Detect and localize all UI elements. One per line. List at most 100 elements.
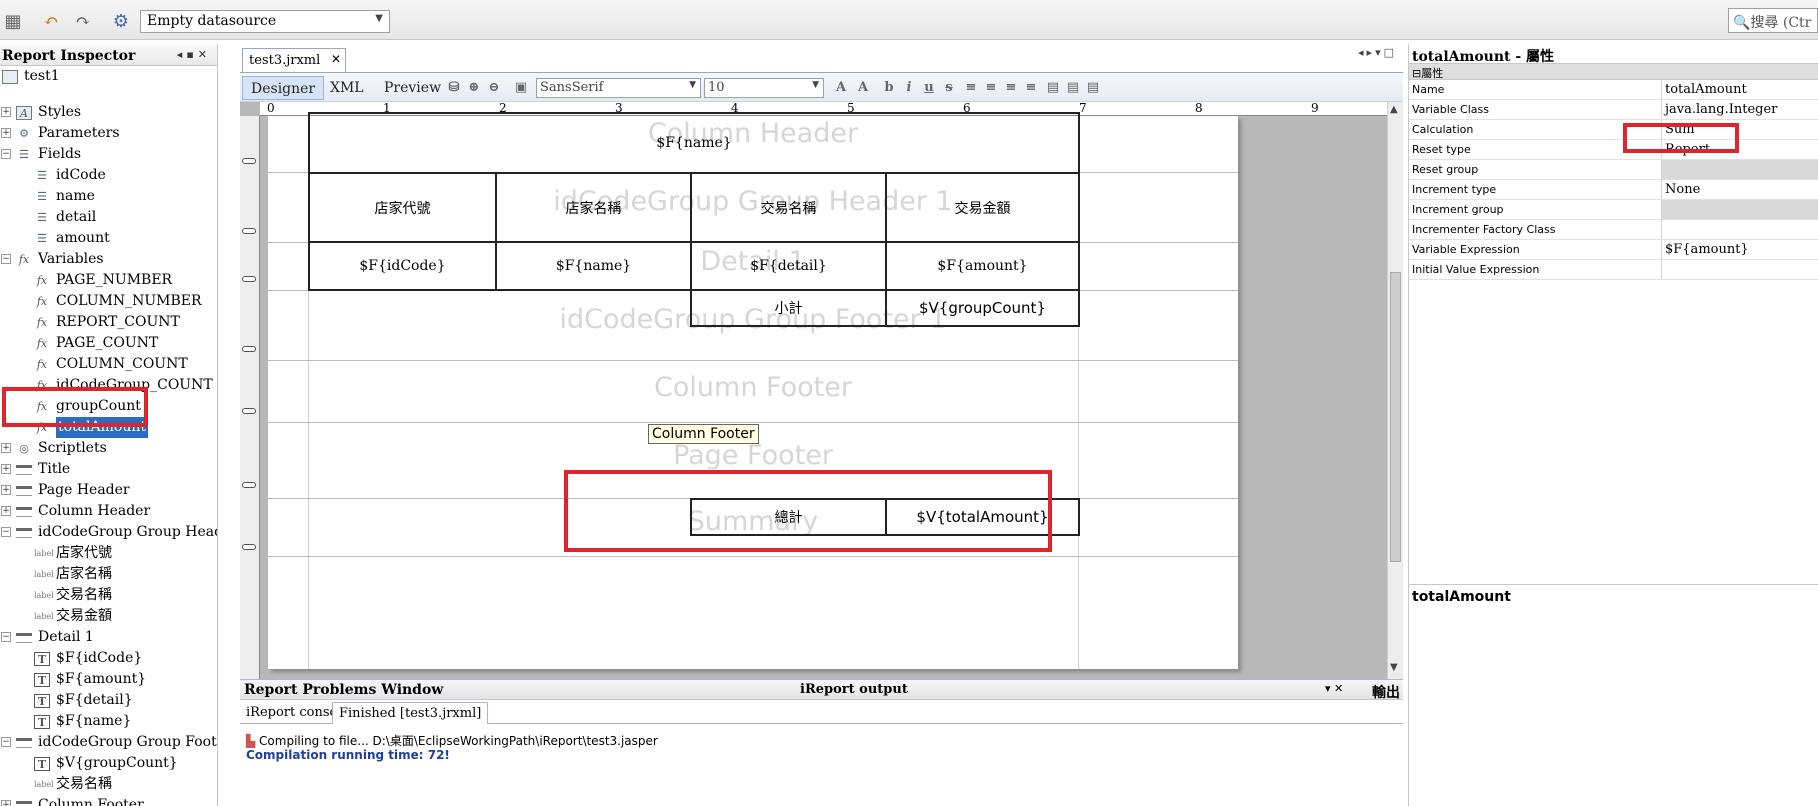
prop-row[interactable]: Increment group xyxy=(1409,200,1818,220)
design-canvas[interactable]: 0 1 2 3 4 5 6 7 8 9 Column Header idCode… xyxy=(240,102,1403,679)
subtotal-label-cell[interactable]: 小計 xyxy=(690,289,887,327)
band-handle-icon[interactable] xyxy=(242,276,256,282)
prop-row[interactable]: Increment type None xyxy=(1409,180,1818,200)
align-justify-icon[interactable]: ≡ xyxy=(982,78,1000,98)
tree-textfield-element[interactable]: T $F{detail} xyxy=(34,690,133,711)
prop-row[interactable]: Initial Value Expression xyxy=(1409,260,1818,280)
name-field-cell[interactable]: $F{name} xyxy=(308,112,1080,174)
tab-preview[interactable]: Preview xyxy=(376,76,449,100)
zoom-in-icon[interactable]: ⊕ xyxy=(465,78,483,98)
output-window-title[interactable]: iReport output xyxy=(800,682,908,697)
band-handle-icon[interactable] xyxy=(242,228,256,234)
tree-textfield-element[interactable]: T $F{idCode} xyxy=(34,648,142,669)
save-all-icon[interactable]: ▦ xyxy=(2,10,24,32)
tree-variable[interactable]: fx PAGE_NUMBER xyxy=(34,270,172,291)
tree-column-header[interactable]: Column Header xyxy=(16,501,150,522)
prop-value[interactable] xyxy=(1661,220,1818,239)
vertical-bottom-icon[interactable]: ▤ xyxy=(1084,78,1102,98)
tab-test3-jrxml[interactable]: test3.jrxml ✕ xyxy=(242,48,346,72)
tab-xml[interactable]: XML xyxy=(322,76,372,100)
prop-value[interactable] xyxy=(1661,160,1818,179)
prop-value[interactable]: java.lang.Integer xyxy=(1661,100,1818,119)
zoom-out-icon[interactable]: ⊖ xyxy=(485,78,503,98)
detail-field-cell[interactable]: $F{amount} xyxy=(885,241,1080,291)
tree-variable[interactable]: fx REPORT_COUNT xyxy=(34,312,180,333)
expand-scriptlets-icon[interactable]: + xyxy=(1,443,11,453)
expand-styles-icon[interactable]: + xyxy=(1,107,11,117)
tree-variable[interactable]: fx COLUMN_COUNT xyxy=(34,354,188,375)
report-page[interactable]: Column Header idCodeGroup Group Header 1… xyxy=(268,112,1238,669)
minimize-icon[interactable]: ▾ ✕ xyxy=(1325,682,1343,695)
detail-field-cell[interactable]: $F{idCode} xyxy=(308,241,497,291)
tree-label-element[interactable]: label 交易金額 xyxy=(34,606,112,627)
expand-title-icon[interactable]: + xyxy=(1,464,11,474)
tree-fields[interactable]: ☰ Fields xyxy=(16,144,81,165)
panel-controls-icon[interactable]: ◂▪✕ xyxy=(177,48,211,61)
tree-textfield-element[interactable]: T $F{amount} xyxy=(34,669,146,690)
close-icon[interactable]: ✕ xyxy=(331,52,341,66)
database-icon[interactable]: ⛁ xyxy=(445,78,463,98)
undo-icon[interactable]: ↶ xyxy=(40,10,62,32)
detail-field-cell[interactable]: $F{name} xyxy=(495,241,692,291)
decrease-font-icon[interactable]: A xyxy=(854,78,872,98)
header-label-cell[interactable]: 店家代號 xyxy=(308,172,497,243)
underline-icon[interactable]: u xyxy=(920,78,938,98)
expand-page-header-icon[interactable]: + xyxy=(1,485,11,495)
properties-section-header[interactable]: ⊟屬性 xyxy=(1409,64,1818,80)
header-label-cell[interactable]: 交易金額 xyxy=(885,172,1080,243)
collapse-variables-icon[interactable]: − xyxy=(1,254,11,264)
expand-column-header-icon[interactable]: + xyxy=(1,506,11,516)
tree-textfield-element[interactable]: T $V{groupCount} xyxy=(34,753,178,774)
prop-row[interactable]: Calculation Sum xyxy=(1409,120,1818,140)
tree-scriptlets[interactable]: ◎ Scriptlets xyxy=(16,438,107,459)
header-label-cell[interactable]: 交易名稱 xyxy=(690,172,887,243)
scroll-down-icon[interactable]: ▼ xyxy=(1390,662,1398,673)
band-handle-icon[interactable] xyxy=(242,408,256,414)
band-handle-icon[interactable] xyxy=(242,346,256,352)
header-label-cell[interactable]: 店家名稱 xyxy=(495,172,692,243)
vertical-top-icon[interactable]: ▤ xyxy=(1044,78,1062,98)
tree-field[interactable]: ☰ idCode xyxy=(34,165,106,186)
prop-value[interactable] xyxy=(1661,200,1818,219)
prop-value[interactable]: None xyxy=(1661,180,1818,199)
prop-row[interactable]: Incrementer Factory Class xyxy=(1409,220,1818,240)
format-icon[interactable]: ▣ xyxy=(512,78,530,98)
scroll-up-icon[interactable]: ▲ xyxy=(1390,104,1398,115)
tree-label-element[interactable]: label 交易名稱 xyxy=(34,585,112,606)
search-input[interactable]: 🔍搜尋 (Ctr xyxy=(1728,8,1818,33)
prop-row[interactable]: Name totalAmount xyxy=(1409,80,1818,100)
detail-field-cell[interactable]: $F{detail} xyxy=(690,241,887,291)
tree-variable[interactable]: fx PAGE_COUNT xyxy=(34,333,158,354)
prop-value[interactable]: totalAmount xyxy=(1661,80,1818,99)
tree-textfield-element[interactable]: T $F{name} xyxy=(34,711,131,732)
vertical-middle-icon[interactable]: ▤ xyxy=(1064,78,1082,98)
tree-label-element[interactable]: label 交易名稱 xyxy=(34,774,112,795)
redo-icon[interactable]: ↷ xyxy=(72,10,94,32)
tree-variable[interactable]: fx COLUMN_NUMBER xyxy=(34,291,202,312)
tree-parameters[interactable]: ⚙ Parameters xyxy=(16,123,119,144)
tree-detail[interactable]: Detail 1 xyxy=(16,627,94,648)
tree-field[interactable]: ☰ detail xyxy=(34,207,96,228)
align-left-icon[interactable]: ≡ xyxy=(962,78,980,98)
font-family-select[interactable]: SansSerif ▼ xyxy=(536,78,701,98)
tree-page-header[interactable]: Page Header xyxy=(16,480,130,501)
tree-styles[interactable]: A Styles xyxy=(16,102,81,123)
tree-group-footer[interactable]: idCodeGroup Group Footer 1 xyxy=(16,732,217,753)
problems-window-title[interactable]: Report Problems Window xyxy=(244,682,443,698)
tab-designer[interactable]: Designer xyxy=(242,76,325,100)
tree-label-element[interactable]: label 店家代號 xyxy=(34,543,112,564)
italic-icon[interactable]: i xyxy=(900,78,918,98)
tree-label-element[interactable]: label 店家名稱 xyxy=(34,564,112,585)
prop-row[interactable]: Variable Class java.lang.Integer xyxy=(1409,100,1818,120)
collapse-fields-icon[interactable]: − xyxy=(1,149,11,159)
collapse-detail-icon[interactable]: − xyxy=(1,632,11,642)
band-handle-icon[interactable] xyxy=(242,544,256,550)
align-right-icon[interactable]: ≡ xyxy=(1022,78,1040,98)
scrollbar-thumb[interactable] xyxy=(1390,272,1401,562)
vertical-scrollbar[interactable]: ▲ ▼ xyxy=(1387,102,1403,679)
strikethrough-icon[interactable]: s xyxy=(940,78,958,98)
output-tab-label[interactable]: 輸出 xyxy=(1372,682,1400,702)
datasource-icon[interactable]: ⚙ xyxy=(110,10,132,32)
collapse-group-header-icon[interactable]: − xyxy=(1,527,11,537)
tree-variables[interactable]: fx Variables xyxy=(16,249,104,270)
